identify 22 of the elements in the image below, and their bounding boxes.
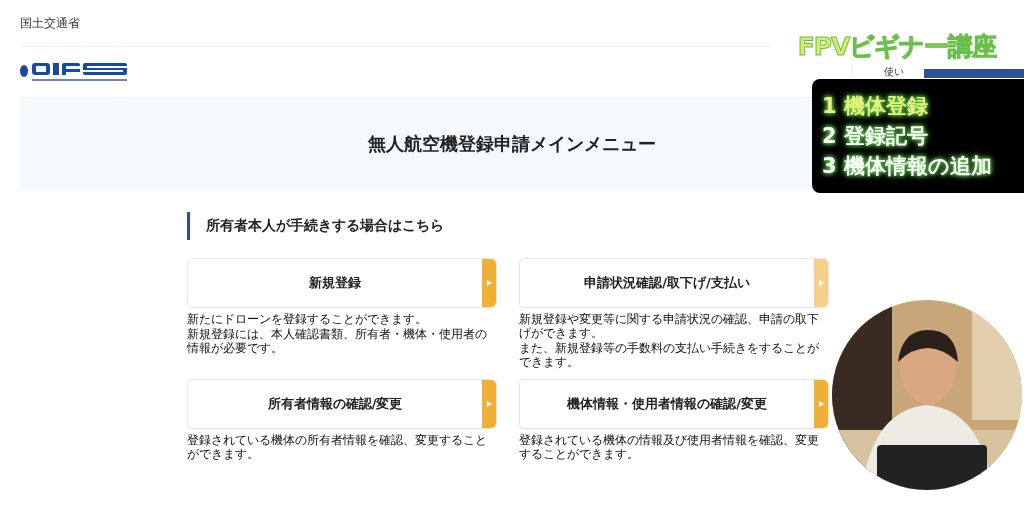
play-icon <box>486 280 492 286</box>
menu-card[interactable]: 申請状況確認/取下げ/支払い <box>519 258 829 308</box>
menu-card[interactable]: 新規登録 <box>187 258 497 308</box>
course-banner: FPVビギナー講座 <box>770 29 1024 63</box>
card-description: 新規登録や変更等に関する申請状況の確認、申請の取下げができます。 <box>519 312 820 340</box>
card-description: 登録されている機体の情報及び使用者情報を確認、変更することができます。 <box>519 433 820 461</box>
section-heading: 所有者本人が手続きする場合はこちら <box>187 212 444 240</box>
menu-card[interactable]: 機体情報・使用者情報の確認/変更 <box>519 379 829 429</box>
page-title: 無人航空機登録申請メインメニュー <box>368 132 656 156</box>
play-icon <box>818 280 824 286</box>
menu-card[interactable]: 所有者情報の確認/変更 <box>187 379 497 429</box>
topic-item: 2 登録記号 <box>822 123 929 150</box>
topic-item: 3 機体情報の追加 <box>822 153 993 180</box>
play-icon <box>486 401 492 407</box>
ministry-name: 国土交通省 <box>20 14 80 32</box>
card-description: また、新規登録等の手数料の支払い手続きをすることができます。 <box>519 341 820 369</box>
card-description: 新規登録には、本人確認書類、所有者・機体・使用者の情報が必要です。 <box>187 327 488 355</box>
topic-item: 1 機体登録 <box>822 93 929 120</box>
play-icon <box>818 401 824 407</box>
nav-link[interactable]: 使い <box>884 65 904 79</box>
card-description: 登録されている機体の所有者情報を確認、変更することができます。 <box>187 433 488 461</box>
card-description: 新たにドローンを登録することができます。 <box>187 312 427 326</box>
